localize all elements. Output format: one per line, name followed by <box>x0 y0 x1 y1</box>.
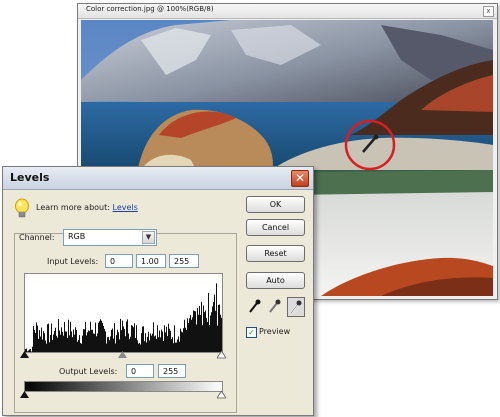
levels-dialog: Levels ✕ Learn more about: Levels Channe… <box>2 166 314 416</box>
histogram-bars <box>25 283 222 352</box>
input-levels-label: Input Levels: <box>47 257 99 266</box>
image-window-close-icon[interactable]: x <box>483 6 494 17</box>
preview-label: Preview <box>259 327 291 336</box>
image-window-titlebar[interactable]: Color correction.jpg @ 100%(RGB/8) x <box>78 4 497 19</box>
image-window-title: Color correction.jpg @ 100%(RGB/8) <box>86 5 214 13</box>
preview-checkbox[interactable]: ✓ <box>246 327 257 338</box>
output-white-slider[interactable] <box>217 391 226 399</box>
input-level-black[interactable]: 0 <box>105 254 133 268</box>
input-white-slider[interactable] <box>217 351 226 359</box>
close-icon[interactable]: ✕ <box>291 170 309 187</box>
white-eyedropper-icon[interactable] <box>287 297 305 317</box>
channel-label: Channel: <box>19 233 55 242</box>
auto-button[interactable]: Auto <box>246 272 305 289</box>
dialog-titlebar[interactable]: Levels ✕ <box>3 167 313 190</box>
input-gamma-slider[interactable] <box>118 351 127 359</box>
histogram <box>24 273 223 353</box>
ok-button[interactable]: OK <box>246 196 305 213</box>
learn-more-text: Learn more about: Levels <box>36 203 138 212</box>
gray-eyedropper-icon[interactable] <box>267 297 283 315</box>
black-eyedropper-icon[interactable] <box>247 297 263 315</box>
output-levels-label: Output Levels: <box>59 367 118 376</box>
input-level-gamma[interactable]: 1.00 <box>136 254 166 268</box>
input-black-slider[interactable] <box>20 351 29 359</box>
channel-select[interactable]: RGB ▼ <box>63 229 157 246</box>
output-gradient-bar <box>24 381 223 392</box>
chevron-down-icon[interactable]: ▼ <box>142 231 155 244</box>
input-level-white[interactable]: 255 <box>169 254 199 268</box>
output-level-white[interactable]: 255 <box>158 364 186 378</box>
channel-select-value: RGB <box>68 232 86 241</box>
levels-help-link[interactable]: Levels <box>113 203 138 212</box>
learn-more-prefix: Learn more about: <box>36 203 110 212</box>
reset-button[interactable]: Reset <box>246 245 305 262</box>
output-black-slider[interactable] <box>20 391 29 399</box>
lightbulb-icon <box>15 198 29 218</box>
dialog-title: Levels <box>10 171 50 184</box>
cancel-button[interactable]: Cancel <box>246 219 305 236</box>
output-level-black[interactable]: 0 <box>126 364 154 378</box>
